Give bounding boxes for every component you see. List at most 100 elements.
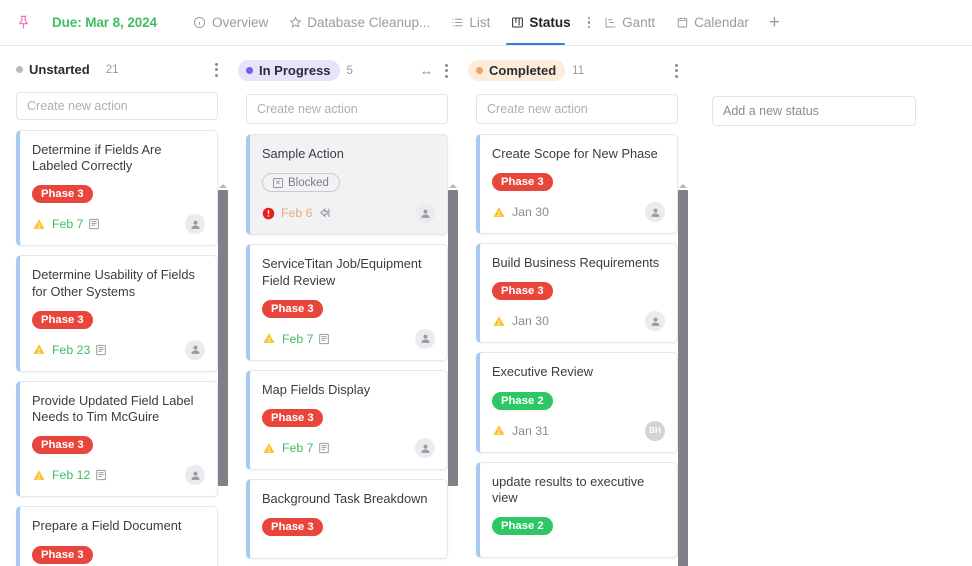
phase-badge[interactable]: Phase 3 <box>492 173 553 192</box>
column-scrollbar[interactable] <box>448 184 458 566</box>
due-date: Feb 6 <box>281 206 313 221</box>
column-options-icon[interactable] <box>671 61 682 81</box>
tab-database-cleanup[interactable]: Database Cleanup... <box>278 0 440 45</box>
card-title: Provide Updated Field Label Needs to Tim… <box>32 392 194 425</box>
task-card[interactable]: Prepare a Field Document Phase 3 <box>16 506 218 566</box>
avatar[interactable] <box>415 438 435 459</box>
pin-icon[interactable] <box>14 14 32 32</box>
note-icon[interactable] <box>318 442 330 454</box>
phase-badge[interactable]: Phase 3 <box>32 436 93 455</box>
card-title: Sample Action <box>262 145 344 161</box>
scrollbar-thumb[interactable] <box>448 190 458 486</box>
status-pill-in-progress[interactable]: In Progress <box>238 60 340 82</box>
phase-badge[interactable]: Phase 2 <box>492 517 553 536</box>
create-new-action-input[interactable]: Create new action <box>476 93 678 124</box>
scrollbar-thumb[interactable] <box>218 190 228 486</box>
create-new-action-input[interactable]: Create new action <box>246 93 448 124</box>
tab-status[interactable]: Status <box>500 0 580 45</box>
phase-badge[interactable]: Phase 3 <box>262 518 323 537</box>
scroll-up-arrow-icon[interactable] <box>449 184 457 188</box>
note-icon[interactable] <box>318 333 330 345</box>
reply-arrow-icon[interactable] <box>317 207 331 219</box>
phase-badge[interactable]: Phase 2 <box>492 391 553 410</box>
status-name: Unstarted <box>29 62 90 78</box>
tab-label: Calendar <box>694 15 749 30</box>
task-card[interactable]: Map Fields Display Phase 3 2 Feb 7 <box>246 369 448 471</box>
gantt-icon <box>603 16 617 30</box>
top-toolbar: Due: Mar 8, 2024 Overview Database Clean… <box>0 0 972 46</box>
status-pill-completed[interactable]: Completed <box>468 60 566 82</box>
status-pill-unstarted[interactable]: Unstarted <box>8 59 99 80</box>
phase-badge[interactable]: Phase 3 <box>32 545 93 564</box>
phase-badge[interactable]: Phase 3 <box>492 282 553 301</box>
phase-badge[interactable]: Phase 3 <box>32 310 93 329</box>
avatar[interactable] <box>645 311 665 332</box>
card-count: 21 <box>105 63 119 76</box>
avatar[interactable] <box>415 328 435 349</box>
avatar[interactable] <box>185 465 205 486</box>
view-tabs: Overview Database Cleanup... List Status… <box>183 0 790 45</box>
star-icon <box>288 16 302 30</box>
tab-calendar[interactable]: Calendar <box>665 0 759 45</box>
avatar[interactable] <box>415 203 435 224</box>
tab-gantt[interactable]: Gantt <box>593 0 665 45</box>
card-title: Map Fields Display <box>262 381 371 397</box>
create-new-action-input[interactable]: Create new action <box>16 91 218 120</box>
add-view-button[interactable]: + <box>759 0 790 45</box>
card-title: Determine if Fields Are Labeled Correctl… <box>32 141 162 174</box>
task-card[interactable]: Provide Updated Field Label Needs to Tim… <box>16 380 218 498</box>
column-scrollbar[interactable] <box>218 184 228 566</box>
blocked-label: Blocked <box>288 176 329 189</box>
avatar[interactable] <box>185 214 205 235</box>
phase-badge[interactable]: Phase 3 <box>262 409 323 428</box>
card-count: 5 <box>346 64 353 77</box>
avatar[interactable] <box>185 339 205 360</box>
task-card[interactable]: update results to executive view Phase 2 <box>476 461 678 559</box>
card-footer: 2 Feb 7 <box>262 328 435 349</box>
task-card[interactable]: ServiceTitan Job/Equipment Field Review … <box>246 244 448 361</box>
column-options-icon[interactable] <box>441 61 452 81</box>
kanban-board: Unstarted 21 Create new action Determine… <box>0 46 972 566</box>
board-column-in-progress: In Progress 5 ↔ Create new action Sample… <box>230 46 460 566</box>
warning-triangle-2-icon: 2 <box>32 469 46 482</box>
avatar[interactable]: BH <box>645 420 665 441</box>
add-new-status-button[interactable]: Add a new status <box>712 96 916 126</box>
task-card[interactable]: Determine if Fields Are Labeled Correctl… <box>16 129 218 247</box>
task-card[interactable]: Executive Review Phase 2 2 Jan 31 BH <box>476 352 678 453</box>
active-tab-underline <box>506 42 565 45</box>
column-scrollbar[interactable] <box>678 184 688 566</box>
task-card[interactable]: Create Scope for New Phase Phase 3 2 Jan… <box>476 133 678 235</box>
warning-triangle-2-icon: 2 <box>492 424 506 437</box>
card-footer: Feb 6 <box>262 203 435 224</box>
scroll-up-arrow-icon[interactable] <box>679 184 687 188</box>
column-header: Completed 11 <box>460 52 690 90</box>
warning-triangle-2-icon: 2 <box>262 332 276 345</box>
calendar-icon <box>675 16 689 30</box>
tab-list[interactable]: List <box>440 0 500 45</box>
task-card[interactable]: Build Business Requirements Phase 3 2 Ja… <box>476 243 678 344</box>
column-options-icon[interactable] <box>211 60 222 80</box>
resize-horizontal-icon[interactable]: ↔ <box>420 63 433 78</box>
note-icon[interactable] <box>95 469 107 481</box>
note-icon[interactable] <box>95 344 107 356</box>
card-title: Background Task Breakdown <box>262 491 428 507</box>
avatar[interactable] <box>645 202 665 223</box>
blocked-badge[interactable]: × Blocked <box>262 173 340 193</box>
tab-overview[interactable]: Overview <box>183 0 278 45</box>
board-column-completed: Completed 11 Create new action Create Sc… <box>460 46 690 566</box>
scrollbar-thumb[interactable] <box>678 190 688 566</box>
task-card[interactable]: Sample Action × Blocked Feb 6 <box>246 133 448 236</box>
card-title: Prepare a Field Document <box>32 518 182 534</box>
phase-badge[interactable]: Phase 3 <box>262 299 323 318</box>
card-title: Create Scope for New Phase <box>492 145 658 161</box>
card-title: update results to executive view <box>492 473 645 505</box>
scroll-up-arrow-icon[interactable] <box>219 184 227 188</box>
task-card[interactable]: Background Task Breakdown Phase 3 <box>246 479 448 560</box>
card-count: 11 <box>572 64 585 77</box>
task-card[interactable]: Determine Usability of Fields for Other … <box>16 255 218 372</box>
note-icon[interactable] <box>88 218 100 230</box>
phase-badge[interactable]: Phase 3 <box>32 185 93 204</box>
column-header: Unstarted 21 <box>0 52 230 88</box>
board-icon <box>510 16 524 30</box>
tab-options-icon[interactable] <box>585 15 594 31</box>
